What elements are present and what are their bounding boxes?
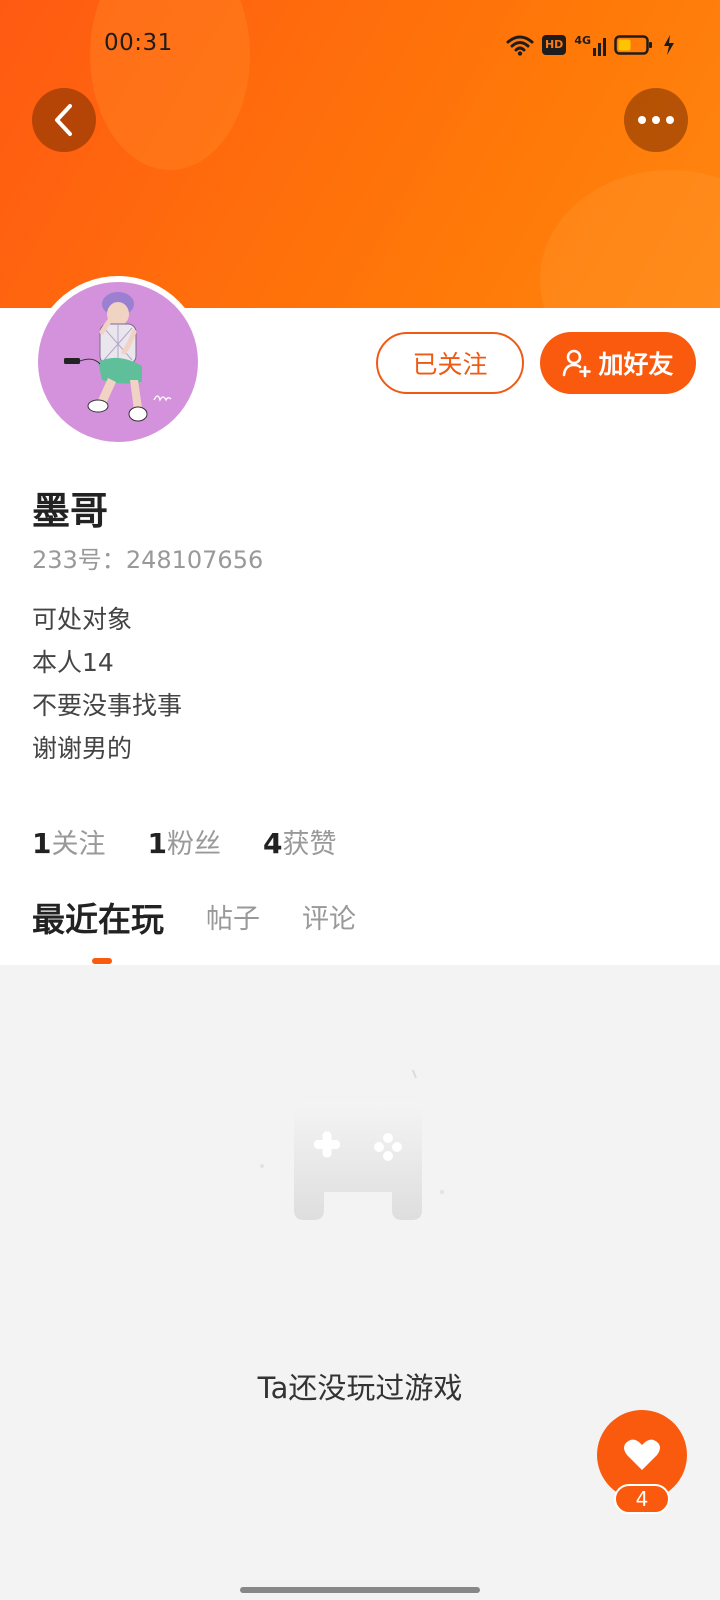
stat-fans[interactable]: 1粉丝 <box>147 822 220 861</box>
empty-state-text: Ta还没玩过游戏 <box>257 1371 463 1405</box>
like-count-badge: 4 <box>614 1484 670 1514</box>
signal-icon: 4G <box>574 34 606 56</box>
battery-icon <box>614 35 652 55</box>
hd-badge: HD <box>541 35 567 55</box>
tab-posts[interactable]: 帖子 <box>206 900 260 940</box>
charging-icon <box>664 35 674 55</box>
avatar[interactable] <box>32 276 204 448</box>
stat-label: 关注 <box>51 829 106 860</box>
more-dots-icon <box>638 116 674 124</box>
add-user-icon <box>563 349 592 378</box>
stat-following[interactable]: 1关注 <box>32 822 105 861</box>
stat-count: 1 <box>32 827 52 860</box>
add-friend-button[interactable]: 加好友 <box>540 332 696 394</box>
wifi-icon <box>506 35 534 56</box>
network-label: 4G <box>574 34 591 47</box>
gamepad-icon <box>260 1070 444 1220</box>
bio-line: 本人14 <box>32 648 114 677</box>
stat-count: 4 <box>262 827 283 860</box>
bio-line: 不要没事找事 <box>32 691 183 720</box>
user-id: 233号：248107656 <box>32 540 263 575</box>
user-id-prefix: 233号： <box>32 546 126 574</box>
followed-label: 已关注 <box>412 350 488 379</box>
tab-recent-games[interactable]: 最近在玩 <box>32 900 164 940</box>
profile-bio: 可处对象 本人14 不要没事找事 谢谢男的 <box>32 598 182 770</box>
chevron-left-icon <box>55 104 72 136</box>
add-friend-label: 加好友 <box>598 350 674 379</box>
home-indicator[interactable] <box>240 1587 480 1593</box>
bio-line: 可处对象 <box>32 605 133 634</box>
profile-tabs: 最近在玩 帖子 评论 <box>32 900 356 940</box>
avatar-image <box>38 282 198 442</box>
profile-stats: 1关注 1粉丝 4获赞 <box>32 822 336 861</box>
banner-glow <box>540 170 720 308</box>
stat-count: 1 <box>147 827 167 860</box>
stat-label: 获赞 <box>282 829 337 860</box>
tab-content <box>0 965 720 1600</box>
tab-comments[interactable]: 评论 <box>302 900 356 940</box>
back-button[interactable] <box>32 88 96 152</box>
bio-line: 谢谢男的 <box>32 734 133 763</box>
followed-button[interactable]: 已关注 <box>376 332 524 394</box>
stat-label: 粉丝 <box>166 829 221 860</box>
profile-name: 墨哥 <box>32 489 109 533</box>
user-id-value: 248107656 <box>125 546 264 574</box>
status-icons: HD 4G <box>506 32 676 58</box>
more-button[interactable] <box>624 88 688 152</box>
status-time: 00:31 <box>104 30 173 56</box>
heart-icon <box>624 1439 660 1470</box>
avatar-illustration-icon <box>64 292 172 422</box>
banner-glow <box>90 0 250 170</box>
active-tab-indicator <box>92 958 112 964</box>
stat-likes[interactable]: 4获赞 <box>263 822 336 861</box>
